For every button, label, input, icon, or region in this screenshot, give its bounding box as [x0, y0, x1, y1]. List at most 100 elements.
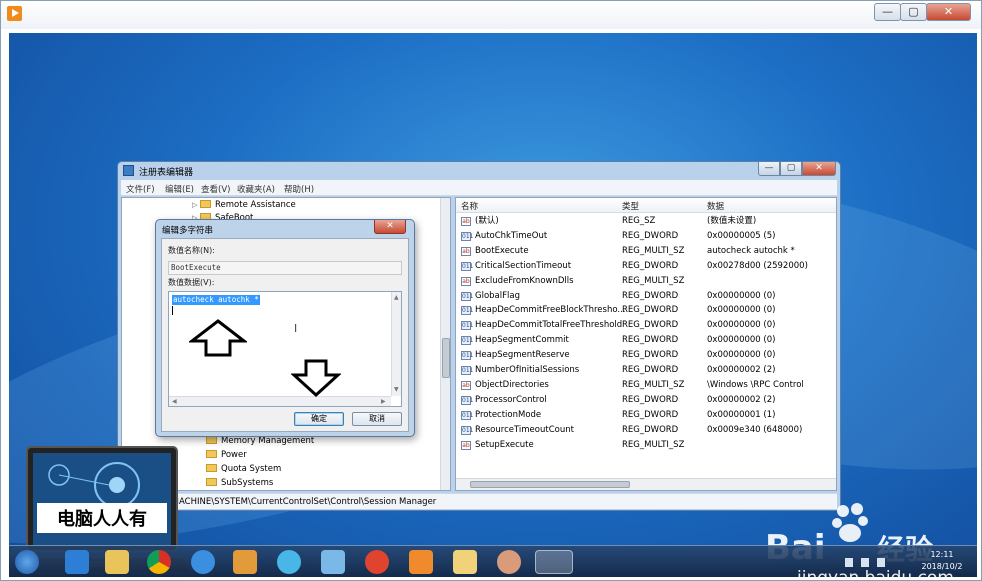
registry-value-list[interactable]: 名称 类型 数据 ab (默认) REG_SZ (数值未设置) 011 AutoChkTi… — [455, 197, 837, 491]
status-bar-path: EY_LOCAL_MACHINE\SYSTEM\CurrentControlSe… — [121, 493, 837, 509]
value-name: HeapSegmentReserve — [475, 350, 570, 361]
value-data: 0x00000001 (1) — [707, 409, 776, 420]
file-explorer-icon[interactable] — [105, 550, 129, 574]
binary-value-icon: 011 — [461, 291, 474, 301]
laptop-caption: 电脑人人有 — [57, 508, 147, 530]
player-maximize-button[interactable]: ▢ — [900, 3, 927, 21]
value-type: REG_DWORD — [622, 424, 679, 435]
tree-item-quota-system[interactable]: Quota System — [206, 462, 281, 476]
column-type-header[interactable]: 类型 — [622, 200, 639, 212]
folder-icon[interactable] — [453, 550, 477, 574]
ie-browser-icon[interactable] — [65, 550, 89, 574]
value-name: ExcludeFromKnownDlls — [475, 275, 574, 286]
value-name: GlobalFlag — [475, 290, 520, 301]
data-horizontal-scrollbar[interactable]: ◀ ▶ — [169, 396, 391, 406]
value-row[interactable]: 011 ResourceTimeoutCount REG_DWORD 0x0009e3… — [456, 423, 836, 438]
tray-flag-icon[interactable] — [845, 558, 853, 567]
value-data: 0x00000002 (2) — [707, 394, 776, 405]
qq-icon[interactable] — [191, 550, 215, 574]
folder-icon — [206, 436, 217, 444]
desktop: 注册表编辑器 — ▢ ✕ 文件(F) 编辑(E) 查看(V) 收藏夹(A) 帮助… — [9, 33, 977, 577]
value-row[interactable]: ab ObjectDirectories REG_MULTI_SZ \Windows … — [456, 378, 836, 393]
paint-icon[interactable] — [233, 550, 257, 574]
selected-data-text[interactable]: autocheck autochk * — [172, 295, 260, 305]
value-name: SetupExecute — [475, 439, 534, 450]
value-row[interactable]: 011 GlobalFlag REG_DWORD 0x00000000 (0) — [456, 289, 836, 304]
value-data: 0x00000002 (2) — [707, 365, 776, 375]
value-name: HeapDeCommitFreeBlockThresho... — [475, 305, 626, 316]
value-row[interactable]: 011 HeapDeCommitFreeBlockThresho... REG_DW… — [456, 303, 836, 318]
tree-item-power[interactable]: Power — [206, 448, 247, 462]
value-row[interactable]: ab BootExecute REG_MULTI_SZ autocheck autoc… — [456, 244, 836, 259]
scroll-right-icon[interactable]: ▶ — [381, 398, 386, 405]
binary-value-icon: 011 — [461, 306, 474, 316]
value-name: NumberOfInitialSessions — [475, 365, 580, 375]
tray-network-icon[interactable] — [861, 558, 869, 567]
value-row[interactable]: 011 NumberOfInitialSessions REG_DWORD 0x000… — [456, 363, 836, 378]
value-name-label: 数值名称(N): — [168, 246, 215, 255]
menu-favorites[interactable]: 收藏夹(A) — [237, 183, 275, 195]
game-icon[interactable] — [365, 550, 389, 574]
value-list-hscrollbar[interactable] — [456, 478, 836, 490]
binary-value-icon: 011 — [461, 410, 474, 420]
tree-item-label: SubSystems — [221, 478, 274, 488]
menu-view[interactable]: 查看(V) — [201, 183, 230, 195]
value-row[interactable]: 011 HeapDeCommitTotalFreeThreshold REG_DWO… — [456, 318, 836, 333]
cancel-button[interactable]: 取消 — [352, 412, 402, 426]
dialog-close-button[interactable]: ✕ — [374, 220, 406, 234]
value-row[interactable]: 011 AutoChkTimeOut REG_DWORD 0x00000005 (5) — [456, 229, 836, 244]
expand-arrow-icon[interactable]: ▷ — [192, 198, 200, 212]
player-close-button[interactable]: ✕ — [926, 3, 971, 21]
value-name: ObjectDirectories — [475, 379, 549, 390]
tree-item-label: Quota System — [221, 464, 282, 474]
registry-title-bar[interactable]: 注册表编辑器 — ▢ ✕ — [118, 162, 840, 180]
monkey-icon[interactable] — [497, 550, 521, 574]
menu-edit[interactable]: 编辑(E) — [165, 183, 194, 195]
pinwheel-icon[interactable] — [321, 550, 345, 574]
data-vertical-scrollbar[interactable]: ▲ ▼ — [391, 292, 401, 396]
value-type: REG_MULTI_SZ — [622, 439, 685, 450]
value-row[interactable]: 011 HeapSegmentReserve REG_DWORD 0x00000000… — [456, 348, 836, 363]
menu-help[interactable]: 帮助(H) — [284, 183, 314, 195]
value-data: 0x0009e340 (648000) — [707, 424, 803, 435]
registry-maximize-button[interactable]: ▢ — [780, 162, 802, 176]
menu-file[interactable]: 文件(F) — [126, 183, 155, 195]
tree-scroll-thumb[interactable] — [442, 338, 450, 378]
tray-volume-icon[interactable] — [877, 558, 885, 567]
tree-item-remote-assistance[interactable]: ▷ Remote Assistance — [192, 198, 296, 212]
chrome-icon[interactable] — [147, 550, 171, 574]
ok-button[interactable]: 确定 — [294, 412, 344, 426]
dialog-title: 编辑多字符串 — [162, 226, 214, 236]
folder-icon — [200, 200, 211, 208]
tree-item-subsystems[interactable]: SubSystems — [206, 476, 273, 490]
value-row[interactable]: 011 CriticalSectionTimeout REG_DWORD 0x0027… — [456, 259, 836, 274]
scroll-left-icon[interactable]: ◀ — [172, 398, 177, 405]
value-type: REG_DWORD — [622, 335, 679, 346]
value-row[interactable]: 011 HeapSegmentCommit REG_DWORD 0x00000000 … — [456, 333, 836, 348]
column-data-header[interactable]: 数据 — [707, 200, 724, 212]
value-row[interactable]: ab SetupExecute REG_MULTI_SZ — [456, 438, 836, 453]
value-row[interactable]: ab ExcludeFromKnownDlls REG_MULTI_SZ — [456, 274, 836, 289]
value-row[interactable]: 011 ProtectionMode REG_DWORD 0x00000001 (1) — [456, 408, 836, 423]
value-data: \Windows \RPC Control — [707, 379, 804, 390]
regedit-icon[interactable] — [535, 550, 573, 574]
ibeam-cursor-icon: I — [294, 322, 298, 335]
watermark-url: jingyan.baidu.com — [797, 568, 954, 577]
player-minimize-button[interactable]: — — [874, 3, 901, 21]
windows-start-icon[interactable] — [15, 550, 39, 574]
value-name: AutoChkTimeOut — [475, 230, 548, 241]
value-data: 0x00278d00 (2592000) — [707, 260, 808, 271]
value-row[interactable]: ab (默认) REG_SZ (数值未设置) — [456, 214, 836, 229]
tree-scrollbar[interactable] — [440, 198, 450, 490]
browser-icon[interactable] — [277, 550, 301, 574]
registry-minimize-button[interactable]: — — [758, 162, 780, 176]
registry-close-button[interactable]: ✕ — [802, 162, 836, 176]
scroll-down-icon[interactable]: ▼ — [394, 386, 399, 393]
video-player-icon[interactable] — [409, 550, 433, 574]
value-data-label: 数值数据(V): — [168, 278, 215, 287]
value-row[interactable]: 011 ProcessorControl REG_DWORD 0x00000002 (… — [456, 393, 836, 408]
string-value-icon: ab — [461, 217, 471, 226]
column-name-header[interactable]: 名称 — [461, 200, 478, 212]
value-list-scroll-thumb[interactable] — [470, 481, 630, 488]
scroll-up-icon[interactable]: ▲ — [394, 294, 399, 301]
